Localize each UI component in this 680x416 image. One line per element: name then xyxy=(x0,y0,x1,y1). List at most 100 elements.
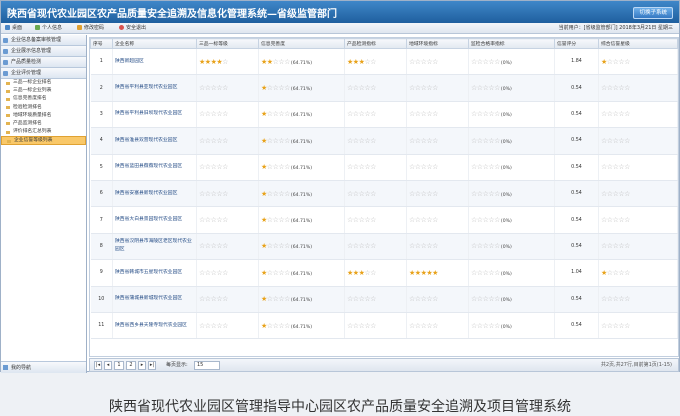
info-completeness-stars: ★☆☆☆☆(64.71%) xyxy=(258,74,345,102)
star-empty-icon: ☆ xyxy=(222,189,228,198)
last-page-button[interactable]: ▸| xyxy=(148,361,156,370)
percent-text: (0%) xyxy=(500,139,512,145)
column-header[interactable]: 综合信誉星级 xyxy=(598,38,678,49)
row-number: 2 xyxy=(90,74,113,102)
sidebar-sub-item[interactable]: 信息完善度排名 xyxy=(1,95,86,103)
environment-stars: ☆☆☆☆☆ xyxy=(406,233,469,261)
page-2[interactable]: 2 xyxy=(126,361,136,370)
credit-score: 0.54 xyxy=(554,127,599,155)
table-row[interactable]: 2 陕西省平利县亚现代农业园区 ☆☆☆☆☆ ★☆☆☆☆(64.71%) ☆☆☆☆☆ ☆☆☆… xyxy=(90,74,678,102)
percent-text: (64.71%) xyxy=(290,166,313,172)
table-row[interactable]: 5 陕西省蓝田县薇薇现代农业园区 ☆☆☆☆☆ ★☆☆☆☆(64.71%) ☆☆☆☆☆ ☆☆… xyxy=(90,154,678,181)
table-row[interactable]: 9 陕西省韩城市五星现代农业园区 ☆☆☆☆☆ ★☆☆☆☆(64.71%) ★★★☆☆ ★★… xyxy=(90,259,678,287)
percent-text: (64.71%) xyxy=(290,219,313,225)
star-empty-icon: ☆ xyxy=(624,189,630,198)
column-header[interactable]: 地域环境指标 xyxy=(406,38,469,49)
per-page-label: 每页显示: xyxy=(166,362,188,368)
info-completeness-stars: ★☆☆☆☆(64.71%) xyxy=(258,154,345,181)
environment-stars: ☆☆☆☆☆ xyxy=(406,180,469,208)
info-completeness-stars: ★☆☆☆☆(64.71%) xyxy=(258,101,345,129)
overall-stars: ☆☆☆☆☆ xyxy=(598,154,678,181)
overall-stars: ☆☆☆☆☆ xyxy=(598,101,678,129)
overall-stars: ☆☆☆☆☆ xyxy=(598,286,678,313)
column-header[interactable]: 产品检测指标 xyxy=(344,38,407,49)
first-page-button[interactable]: |◂ xyxy=(94,361,102,370)
pass-rate-stars: ☆☆☆☆☆(0%) xyxy=(468,259,555,287)
sidebar-item-quality[interactable]: 产品质量检测 xyxy=(1,57,86,68)
column-header[interactable]: 序号 xyxy=(90,38,113,49)
table-row[interactable]: 1 陕西新超园区 ★★★★☆ ★★☆☆☆(64.71%) ★★★☆☆ ☆☆☆☆☆ ☆☆☆☆☆… xyxy=(90,48,678,76)
row-number: 5 xyxy=(90,154,113,181)
prev-page-button[interactable]: ◂ xyxy=(104,361,112,370)
sidebar-sub-item[interactable]: 产品监测排名 xyxy=(1,120,86,128)
certification-stars: ☆☆☆☆☆ xyxy=(196,206,259,234)
overall-stars: ☆☆☆☆☆ xyxy=(598,312,678,340)
desktop-icon xyxy=(5,25,10,30)
row-number: 6 xyxy=(90,180,113,208)
change-password-button[interactable]: 修改密码 xyxy=(77,23,104,34)
product-test-stars: ☆☆☆☆☆ xyxy=(344,101,407,129)
sidebar-sub-item[interactable]: 检验检测排名 xyxy=(1,104,86,112)
star-empty-icon: ☆ xyxy=(222,242,228,251)
column-header[interactable]: 三品一标等级 xyxy=(196,38,259,49)
column-header[interactable]: 监检合格率指标 xyxy=(468,38,555,49)
column-header[interactable]: 企业名称 xyxy=(112,38,197,49)
page-1[interactable]: 1 xyxy=(114,361,124,370)
column-header[interactable]: 信誉评分 xyxy=(554,38,599,49)
column-header[interactable]: 信息完善度 xyxy=(258,38,345,49)
environment-stars: ☆☆☆☆☆ xyxy=(406,286,469,313)
table-row[interactable]: 3 陕西省平利县旧坝现代农业园区 ☆☆☆☆☆ ★☆☆☆☆(64.71%) ☆☆☆☆☆ ☆☆… xyxy=(90,101,678,129)
environment-stars: ★★★★★ xyxy=(406,259,469,287)
sidebar-item-filing[interactable]: 企业信息备案审核管理 xyxy=(1,35,86,46)
table-row[interactable]: 6 陕西省安塞县新现代农业园区 ☆☆☆☆☆ ★☆☆☆☆(64.71%) ☆☆☆☆☆ ☆☆☆… xyxy=(90,180,678,208)
table-row[interactable]: 11 陕西省西乡县天隆寺现代农业园区 ☆☆☆☆☆ ★☆☆☆☆(64.71%) ☆☆☆☆☆… xyxy=(90,312,678,340)
star-empty-icon: ☆ xyxy=(284,84,290,93)
percent-text: (0%) xyxy=(500,298,512,304)
table-row[interactable]: 4 陕西省淮县双营现代农业园区 ☆☆☆☆☆ ★☆☆☆☆(64.71%) ☆☆☆☆☆ ☆☆☆… xyxy=(90,127,678,155)
table-row[interactable]: 10 陕西省蒲城县新城现代农业园区 ☆☆☆☆☆ ★☆☆☆☆(64.71%) ☆☆☆☆☆ ☆… xyxy=(90,286,678,313)
switch-subsystem-button[interactable]: 切换子系统 xyxy=(633,7,673,19)
percent-text: (64.71%) xyxy=(290,87,313,93)
star-empty-icon: ☆ xyxy=(624,295,630,304)
table-row[interactable]: 8 陕西省汉阴县市海陵区老区现代农业园区 ☆☆☆☆☆ ★☆☆☆☆(64.71%) ☆☆☆… xyxy=(90,233,678,261)
certification-stars: ☆☆☆☆☆ xyxy=(196,312,259,340)
sidebar-sub-item[interactable]: 三品一标企业列表 xyxy=(1,87,86,95)
desktop-button[interactable]: 桌面 xyxy=(5,23,22,34)
star-empty-icon: ☆ xyxy=(494,136,500,145)
per-page-select[interactable]: 15 xyxy=(194,361,220,370)
table-row[interactable]: 7 陕西省大白县景园现代农业园区 ☆☆☆☆☆ ★☆☆☆☆(64.71%) ☆☆☆☆☆ ☆☆… xyxy=(90,206,678,234)
product-test-stars: ☆☆☆☆☆ xyxy=(344,180,407,208)
company-name: 陕西省汉阴县市海陵区老区现代农业园区 xyxy=(112,233,197,261)
company-name: 陕西省平利县亚现代农业园区 xyxy=(112,74,197,102)
page-summary: 共2页,共27行,目前第1页(1-15) xyxy=(600,362,672,368)
star-empty-icon: ☆ xyxy=(432,84,438,93)
sidebar-item-display[interactable]: 企业展示信息管理 xyxy=(1,46,86,57)
sidebar-sub-item[interactable]: 评价排名汇总列表 xyxy=(1,128,86,136)
sidebar-sub-item[interactable]: 地域环境质量排名 xyxy=(1,112,86,120)
sidebar-item-evaluation[interactable]: 企业评价管理 xyxy=(1,68,86,79)
pass-rate-stars: ☆☆☆☆☆(0%) xyxy=(468,180,555,208)
next-page-button[interactable]: ▸ xyxy=(138,361,146,370)
star-filled-icon: ★ xyxy=(432,268,438,277)
star-empty-icon: ☆ xyxy=(370,189,376,198)
credit-table: 序号 企业名称 三品一标等级 信息完善度 产品检测指标 地域环境指标 监检合格率指标 信誉评分… xyxy=(90,38,678,340)
profile-button[interactable]: 个人信息 xyxy=(35,23,62,34)
sidebar-sub-item-active[interactable]: 企业信誉等级列表 xyxy=(1,136,86,145)
logout-button[interactable]: 安全退出 xyxy=(119,23,146,34)
info-completeness-stars: ★☆☆☆☆(64.71%) xyxy=(258,127,345,155)
my-navigation[interactable]: 我的导航 xyxy=(1,361,86,373)
product-test-stars: ☆☆☆☆☆ xyxy=(344,312,407,340)
star-empty-icon: ☆ xyxy=(284,268,290,277)
star-empty-icon: ☆ xyxy=(284,110,290,119)
row-number: 8 xyxy=(90,233,113,261)
star-empty-icon: ☆ xyxy=(222,84,228,93)
info-completeness-stars: ★☆☆☆☆(64.71%) xyxy=(258,259,345,287)
certification-stars: ☆☆☆☆☆ xyxy=(196,154,259,181)
pass-rate-stars: ☆☆☆☆☆(0%) xyxy=(468,48,555,76)
sidebar-sub-item[interactable]: 三品一标企业排名 xyxy=(1,79,86,87)
product-test-stars: ☆☆☆☆☆ xyxy=(344,74,407,102)
credit-score: 1.84 xyxy=(554,48,599,76)
certification-stars: ★★★★☆ xyxy=(196,48,259,76)
star-empty-icon: ☆ xyxy=(624,321,630,330)
row-number: 10 xyxy=(90,286,113,313)
